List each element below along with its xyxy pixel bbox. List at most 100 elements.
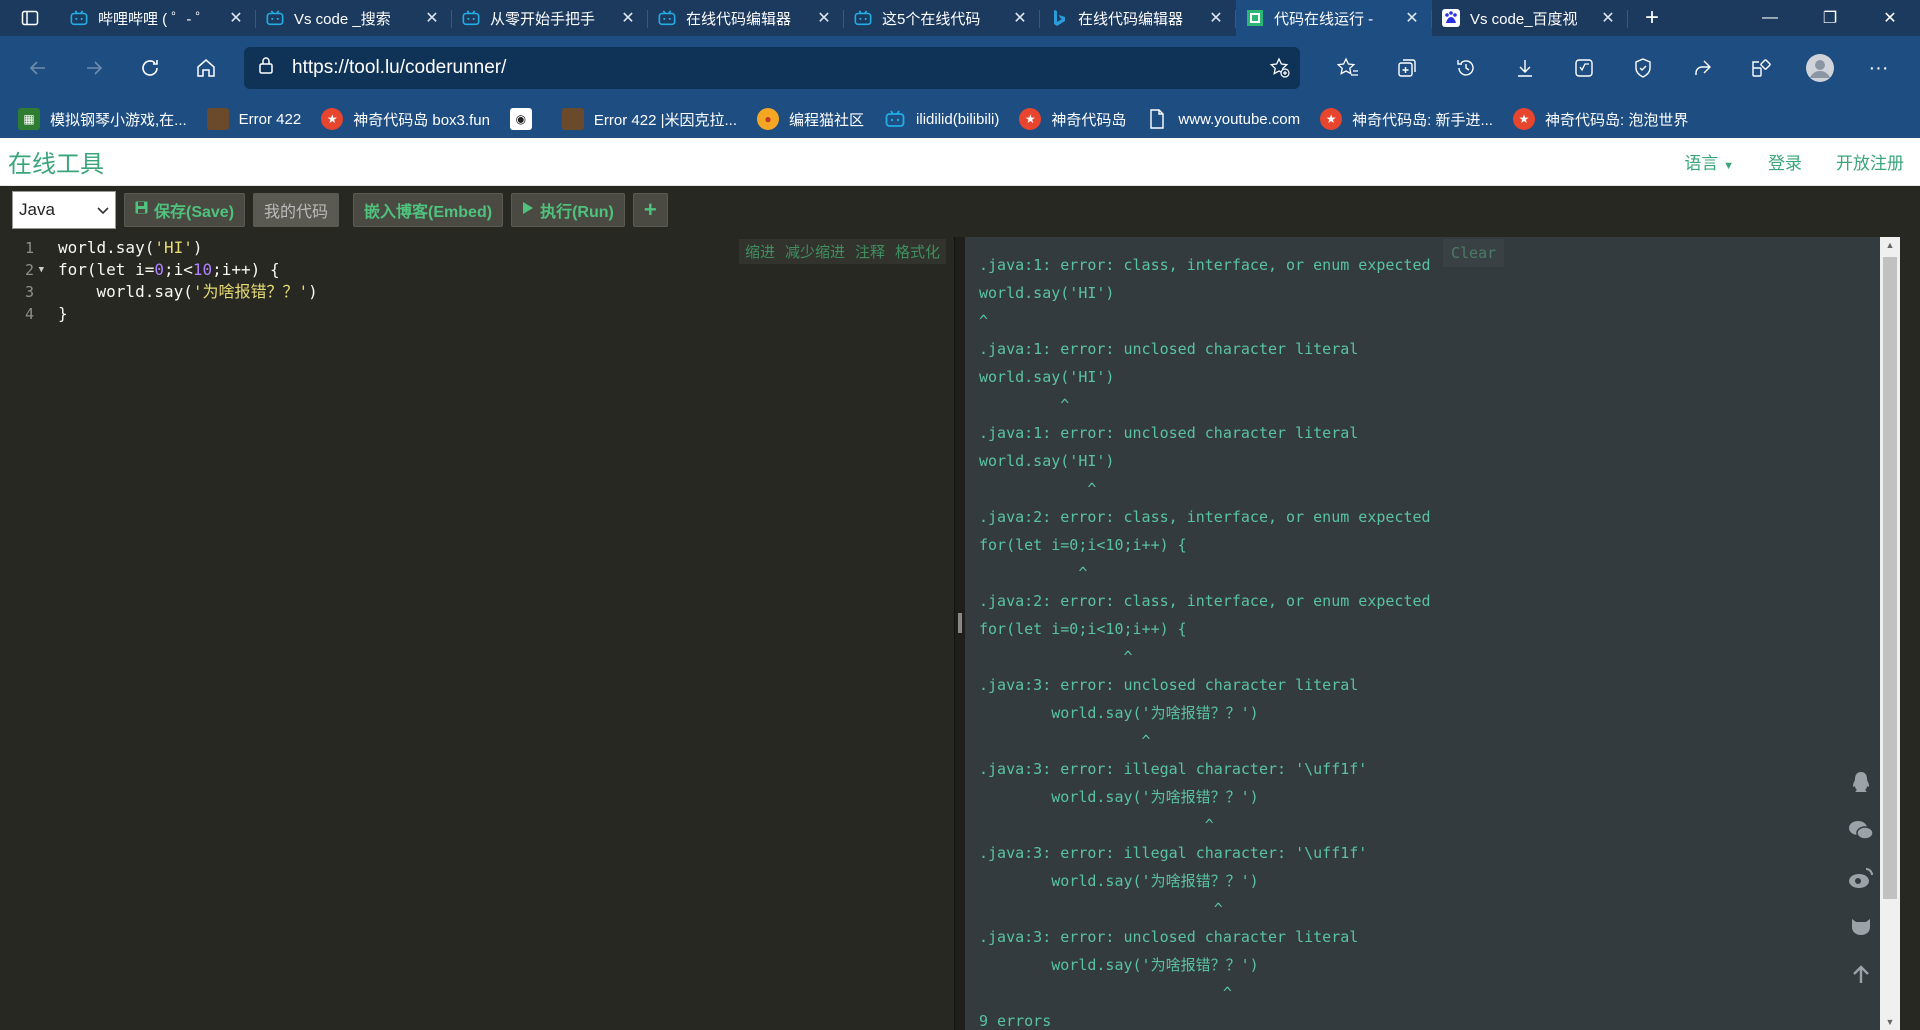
- browser-tab[interactable]: 在线代码编辑器 ✕: [648, 0, 844, 36]
- piano-app-icon: ▦: [18, 108, 40, 130]
- forward-icon[interactable]: [66, 48, 122, 88]
- scroll-down-icon[interactable]: ▼: [1880, 1014, 1900, 1030]
- bookmarks-bar: ▦ 模拟钢琴小游戏,在... Error 422 ★ 神奇代码岛 box3.fu…: [0, 100, 1920, 138]
- box3-star-icon: ★: [1019, 108, 1042, 130]
- close-tab-icon[interactable]: ✕: [1206, 8, 1226, 28]
- address-bar[interactable]: https://tool.lu/coderunner/: [244, 47, 1300, 89]
- editor-tools: 缩进 减少缩进 注释 格式化: [738, 239, 946, 264]
- github-icon[interactable]: [1848, 913, 1874, 939]
- run-button[interactable]: 执行(Run): [511, 193, 625, 227]
- add-favorite-icon[interactable]: [1260, 57, 1300, 79]
- bookmark-item[interactable]: ◉: [509, 108, 542, 130]
- browser-tab[interactable]: 这5个在线代码 ✕: [844, 0, 1040, 36]
- scrollbar-thumb[interactable]: [1883, 257, 1897, 899]
- save-button[interactable]: 保存(Save): [124, 193, 246, 227]
- comment-button[interactable]: 注释: [855, 241, 885, 262]
- qq-icon[interactable]: [1848, 769, 1874, 795]
- browser-tab[interactable]: 从零开始手把手 ✕: [452, 0, 648, 36]
- close-tab-icon[interactable]: ✕: [422, 8, 442, 28]
- runner-controls: Java 保存(Save) 我的代码 嵌入博客(Embed) 执行(Run) +: [0, 186, 1920, 234]
- close-tab-icon[interactable]: ✕: [1598, 8, 1618, 28]
- baidu-icon: [1442, 9, 1460, 27]
- format-button[interactable]: 格式化: [895, 241, 940, 262]
- weibo-icon[interactable]: [1848, 865, 1874, 891]
- minimize-icon[interactable]: —: [1740, 0, 1800, 36]
- code-content[interactable]: world.say('HI') for(let i=0;i<10;i++) { …: [58, 237, 318, 325]
- indent-button[interactable]: 缩进: [745, 241, 775, 262]
- fold-arrow-icon[interactable]: ▼: [39, 259, 44, 281]
- profile-avatar[interactable]: [1790, 48, 1849, 88]
- new-tab-button[interactable]: +: [1628, 0, 1676, 36]
- close-tab-icon[interactable]: ✕: [618, 8, 638, 28]
- close-window-icon[interactable]: ✕: [1860, 0, 1920, 36]
- bookmark-item[interactable]: ▦ 模拟钢琴小游戏,在...: [18, 108, 187, 130]
- code-editor[interactable]: 1 2 ▼ 3 4 world.say('HI') for(let i=0;i<1…: [0, 237, 955, 1030]
- lock-icon[interactable]: [258, 56, 274, 80]
- scroll-up-icon[interactable]: ▲: [1880, 237, 1900, 253]
- address-url[interactable]: https://tool.lu/coderunner/: [292, 57, 1260, 79]
- tab-title: 在线代码编辑器: [1078, 10, 1184, 28]
- add-button[interactable]: +: [632, 193, 668, 227]
- bookmark-item[interactable]: ilidilid(bilibili): [884, 108, 999, 130]
- math-solver-icon[interactable]: [1554, 48, 1613, 88]
- browser-tab[interactable]: Vs code_百度视 ✕: [1432, 0, 1628, 36]
- close-tab-icon[interactable]: ✕: [814, 8, 834, 28]
- line-number: 1: [24, 239, 34, 257]
- clear-button[interactable]: Clear: [1443, 239, 1505, 267]
- code-line: world.say('为啥报错？？'): [58, 282, 318, 301]
- page-icon: [1146, 108, 1168, 130]
- minecraft-icon: [206, 108, 229, 130]
- bookmark-item[interactable]: ★ 神奇代码岛 box3.fun: [321, 108, 490, 130]
- browser-tab[interactable]: 在线代码编辑器 ✕: [1040, 0, 1236, 36]
- language-menu[interactable]: 语言 ▼: [1684, 149, 1734, 174]
- refresh-icon[interactable]: [122, 48, 178, 88]
- bookmark-item[interactable]: ★ 神奇代码岛: [1019, 108, 1126, 130]
- home-icon[interactable]: [178, 48, 234, 88]
- window-controls: — ❐ ✕: [1740, 0, 1920, 36]
- collections-icon[interactable]: [1377, 48, 1436, 88]
- browser-essentials-icon[interactable]: [1613, 48, 1672, 88]
- login-link[interactable]: 登录: [1768, 149, 1802, 174]
- splitter-grip[interactable]: [958, 613, 962, 633]
- bookmark-item[interactable]: ★ 神奇代码岛: 新手进...: [1320, 108, 1493, 130]
- codemao-icon: ●: [757, 108, 780, 130]
- my-code-label: 我的代码: [264, 204, 329, 221]
- browser-tab[interactable]: 代码在线运行 - ✕: [1236, 0, 1432, 36]
- bookmark-item[interactable]: Error 422 |米因克拉...: [561, 108, 737, 130]
- wechat-icon[interactable]: [1848, 817, 1874, 843]
- output-scrollbar[interactable]: ▲ ▼: [1880, 237, 1900, 1030]
- embed-button[interactable]: 嵌入博客(Embed): [353, 193, 504, 227]
- bookmark-item[interactable]: ★ 神奇代码岛: 泡泡世界: [1512, 108, 1688, 130]
- browser-tab[interactable]: 哔哩哔哩 ( ゜- ゜ ✕: [60, 0, 256, 36]
- back-to-top-icon[interactable]: [1848, 961, 1874, 987]
- browser-tab[interactable]: Vs code _搜索 ✕: [256, 0, 452, 36]
- box3-star-icon: ★: [1512, 108, 1535, 130]
- pane-splitter[interactable]: [955, 237, 965, 1030]
- bing-icon: [1050, 9, 1068, 27]
- close-tab-icon[interactable]: ✕: [1402, 8, 1422, 28]
- close-tab-icon[interactable]: ✕: [226, 8, 246, 28]
- tab-title: Vs code _搜索: [294, 10, 391, 28]
- restore-icon[interactable]: ❐: [1800, 0, 1860, 36]
- bookmark-item[interactable]: www.youtube.com: [1146, 108, 1300, 130]
- bookmark-item[interactable]: Error 422: [206, 108, 301, 130]
- favorites-icon[interactable]: [1318, 48, 1377, 88]
- camera-app-icon: ◉: [509, 108, 532, 130]
- line-number: 4: [24, 305, 34, 323]
- close-tab-icon[interactable]: ✕: [1010, 8, 1030, 28]
- tab-actions-icon[interactable]: [0, 0, 60, 36]
- tab-title: 哔哩哔哩 ( ゜- ゜: [98, 10, 211, 28]
- downloads-icon[interactable]: [1495, 48, 1554, 88]
- register-link[interactable]: 开放注册: [1836, 149, 1904, 174]
- back-icon[interactable]: [10, 48, 66, 88]
- bookmark-item[interactable]: ● 编程猫社区: [757, 108, 864, 130]
- language-select[interactable]: Java: [12, 191, 116, 229]
- share-icon[interactable]: [1672, 48, 1731, 88]
- tab-title: 代码在线运行 -: [1274, 10, 1374, 28]
- outdent-button[interactable]: 减少缩进: [785, 241, 845, 262]
- site-brand[interactable]: 在线工具: [8, 144, 104, 179]
- extensions-icon[interactable]: [1731, 48, 1790, 88]
- history-icon[interactable]: [1436, 48, 1495, 88]
- more-menu-icon[interactable]: ···: [1849, 48, 1908, 88]
- my-code-button[interactable]: 我的代码: [253, 193, 340, 227]
